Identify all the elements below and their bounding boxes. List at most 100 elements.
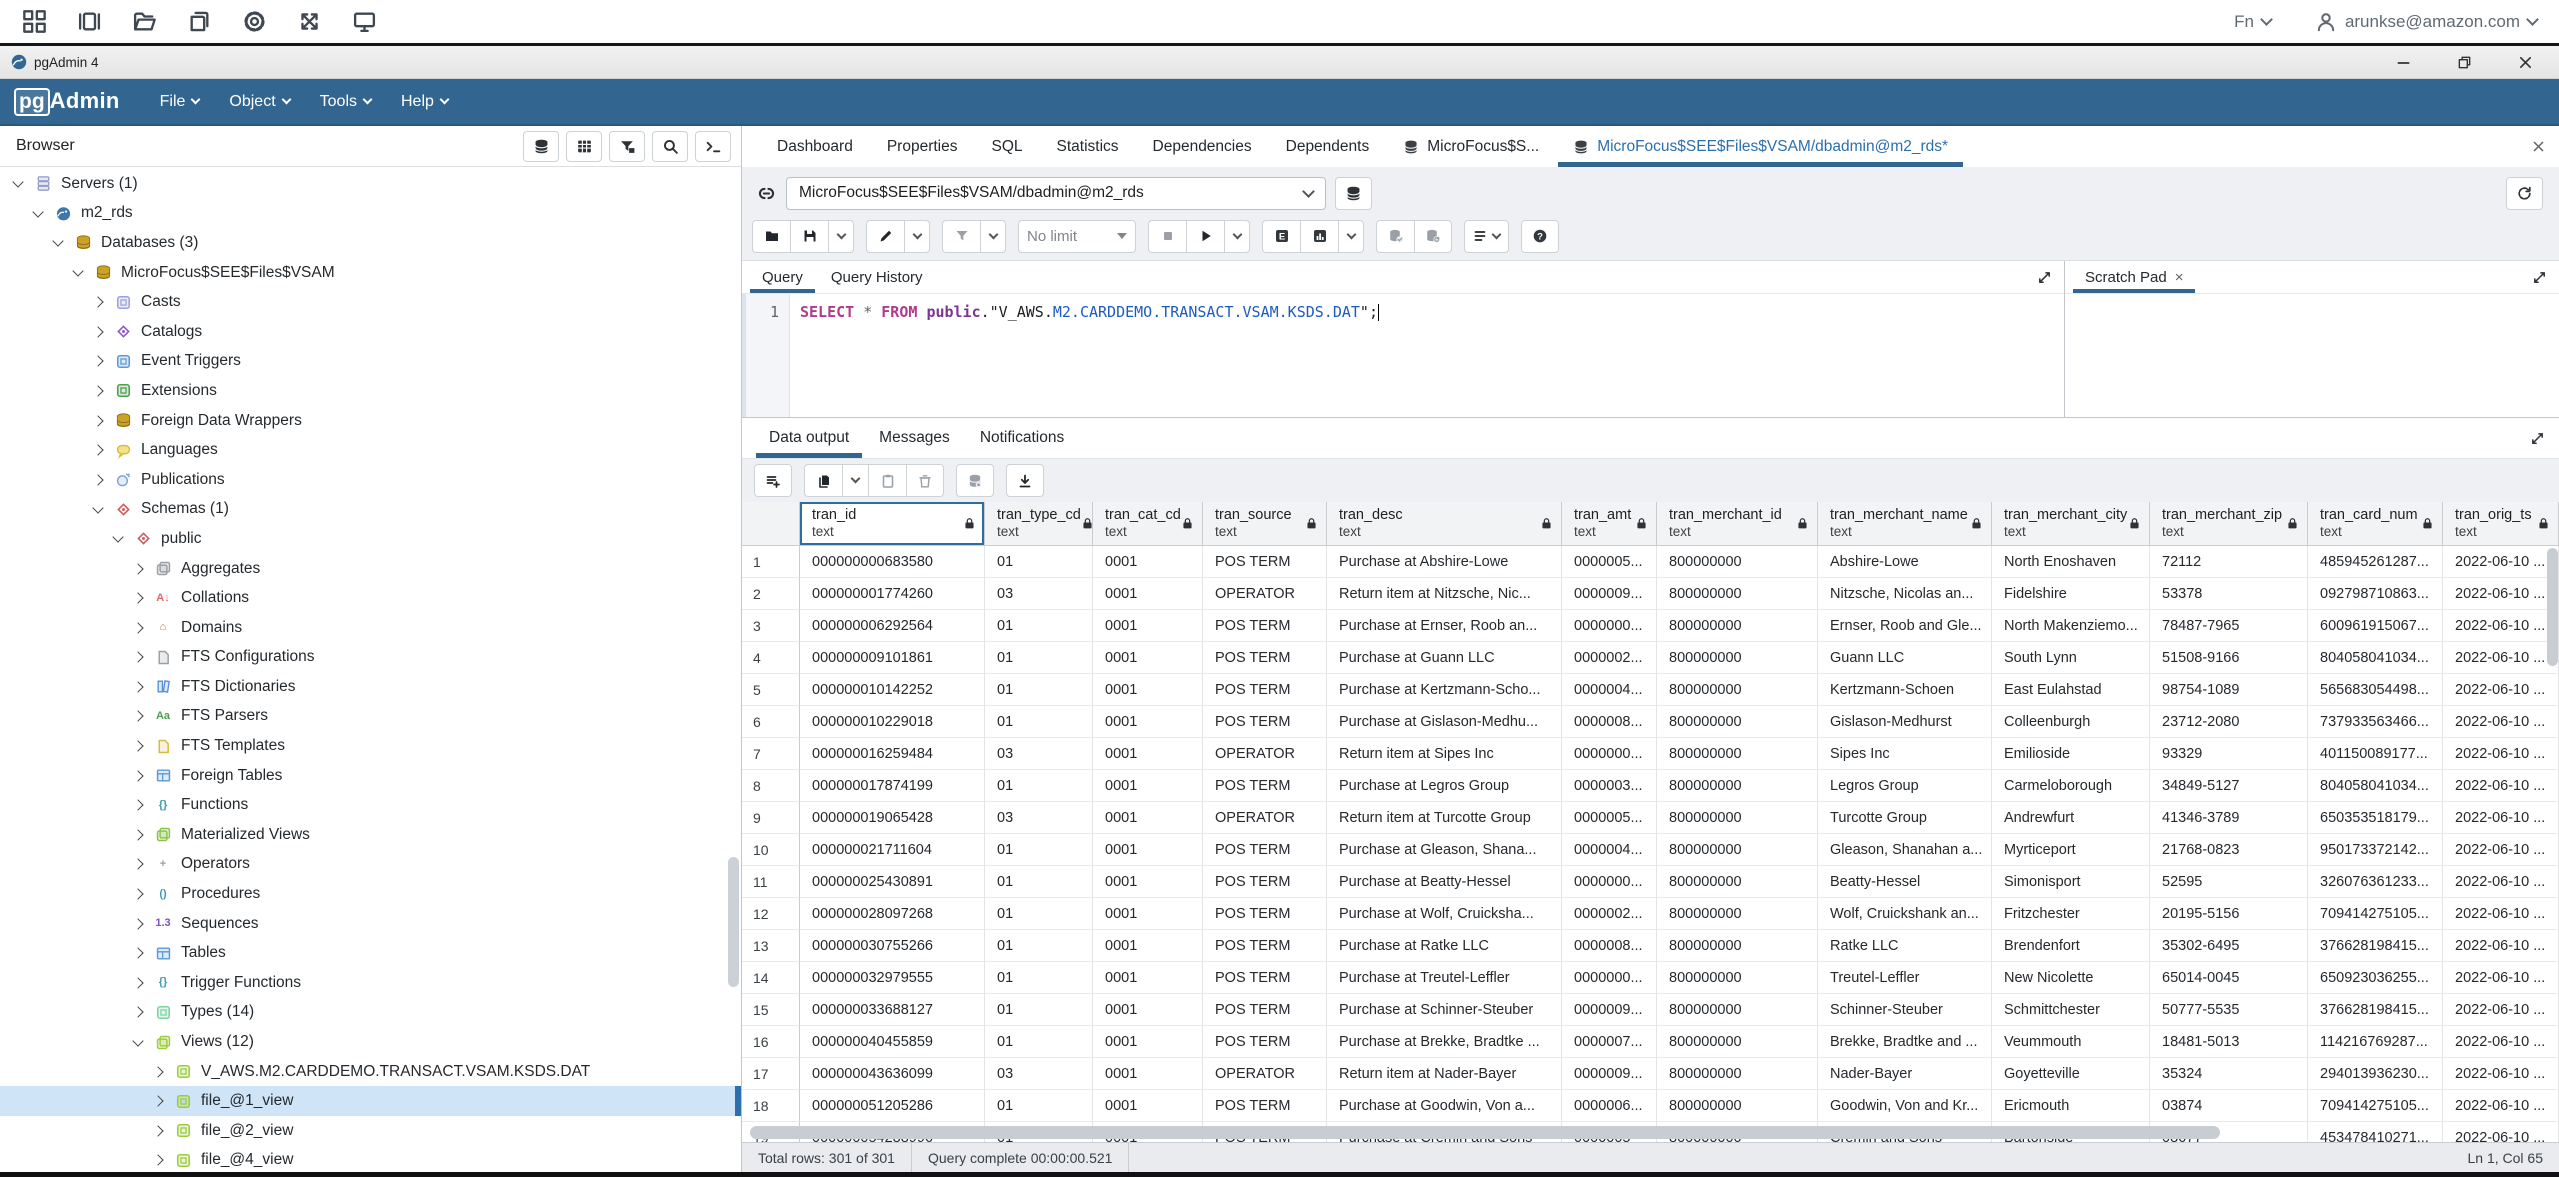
- grid-cell[interactable]: Purchase at Legros Group: [1327, 770, 1562, 802]
- chevron-right-icon[interactable]: [152, 1125, 163, 1136]
- grid-cell[interactable]: POS TERM: [1203, 930, 1327, 962]
- column-header-tran_merchant_name[interactable]: tran_merchant_nametext: [1818, 502, 1992, 545]
- copy-button[interactable]: [804, 464, 842, 497]
- grid-cell[interactable]: 01: [985, 994, 1093, 1026]
- grid-cell[interactable]: 800000000: [1657, 738, 1818, 770]
- grid-cell[interactable]: 800000000: [1657, 962, 1818, 994]
- row-number[interactable]: 2: [742, 578, 800, 610]
- grid-cell[interactable]: 0001: [1093, 1058, 1203, 1090]
- tree-item-file-4-view[interactable]: file_@4_view: [0, 1146, 741, 1172]
- query-tool-button[interactable]: [523, 131, 559, 162]
- grid-cell[interactable]: North Makenziemo...: [1992, 610, 2150, 642]
- grid-cell[interactable]: Fritzchester: [1992, 898, 2150, 930]
- grid-cell[interactable]: POS TERM: [1203, 1090, 1327, 1122]
- grid-cell[interactable]: 800000000: [1657, 994, 1818, 1026]
- new-connection-button[interactable]: [1335, 177, 1372, 210]
- grid-cell[interactable]: 2022-06-10 ...: [2443, 546, 2559, 578]
- explain-button[interactable]: E: [1262, 220, 1300, 253]
- grid-cell[interactable]: Guann LLC: [1818, 642, 1992, 674]
- tree-scrollbar-thumb[interactable]: [728, 857, 739, 987]
- explain-menu-button[interactable]: [1338, 220, 1364, 253]
- view-data-button[interactable]: [566, 131, 602, 162]
- tree-item-casts[interactable]: Casts: [0, 287, 741, 317]
- chevron-down-icon[interactable]: [92, 502, 103, 513]
- chevron-right-icon[interactable]: [92, 474, 103, 485]
- row-number[interactable]: 18: [742, 1090, 800, 1122]
- window-switch-icon[interactable]: [77, 9, 102, 34]
- grid-cell[interactable]: East Eulahstad: [1992, 674, 2150, 706]
- grid-cell[interactable]: Nitzsche, Nicolas an...: [1818, 578, 1992, 610]
- grid-cell[interactable]: 2022-06-10 ...: [2443, 610, 2559, 642]
- grid-cell[interactable]: 01: [985, 770, 1093, 802]
- tree-item-schemas-1[interactable]: Schemas (1): [0, 495, 741, 525]
- tab-sql[interactable]: SQL: [974, 126, 1039, 167]
- grid-cell[interactable]: Purchase at Schinner-Steuber: [1327, 994, 1562, 1026]
- grid-cell[interactable]: Andrewfurt: [1992, 802, 2150, 834]
- grid-cell[interactable]: 800000000: [1657, 802, 1818, 834]
- grid-cell[interactable]: Beatty-Hessel: [1818, 866, 1992, 898]
- grid-cell[interactable]: Brekke, Bradtke and ...: [1818, 1026, 1992, 1058]
- grid-cell[interactable]: 800000000: [1657, 610, 1818, 642]
- row-number[interactable]: 11: [742, 866, 800, 898]
- grid-cell[interactable]: 000000033688127: [800, 994, 985, 1026]
- grid-cell[interactable]: POS TERM: [1203, 1026, 1327, 1058]
- grid-cell[interactable]: 800000000: [1657, 866, 1818, 898]
- grid-cell[interactable]: 0001: [1093, 642, 1203, 674]
- sql-editor[interactable]: 1 SELECT * FROM public."V_AWS.M2.CARDDEM…: [742, 294, 2064, 417]
- tree-item-fts-templates[interactable]: FTS Templates: [0, 731, 741, 761]
- grid-cell[interactable]: 2022-06-10 ...: [2443, 930, 2559, 962]
- tree-item-materialized-views[interactable]: Materialized Views: [0, 820, 741, 850]
- column-header-tran_source[interactable]: tran_sourcetext: [1203, 502, 1327, 545]
- app-grid-icon[interactable]: [22, 9, 47, 34]
- psql-tool-button[interactable]: [695, 131, 731, 162]
- chevron-down-icon[interactable]: [112, 532, 123, 543]
- grid-cell[interactable]: 20195-5156: [2150, 898, 2308, 930]
- grid-cell[interactable]: 0001: [1093, 578, 1203, 610]
- grid-cell[interactable]: 01: [985, 898, 1093, 930]
- grid-cell[interactable]: 000000021711604: [800, 834, 985, 866]
- grid-cell[interactable]: POS TERM: [1203, 866, 1327, 898]
- explain-analyze-button[interactable]: [1300, 220, 1338, 253]
- chevron-right-icon[interactable]: [92, 326, 103, 337]
- grid-cell[interactable]: 01: [985, 834, 1093, 866]
- tab-data-output[interactable]: Data output: [754, 418, 864, 458]
- grid-cell[interactable]: 2022-06-10 ...: [2443, 770, 2559, 802]
- help-button[interactable]: ?: [1521, 220, 1559, 253]
- grid-cell[interactable]: Purchase at Goodwin, Von a...: [1327, 1090, 1562, 1122]
- grid-cell[interactable]: 376628198415...: [2308, 930, 2443, 962]
- chevron-right-icon[interactable]: [132, 948, 143, 959]
- column-header-tran_type_cd[interactable]: tran_type_cdtext: [985, 502, 1093, 545]
- grid-cell[interactable]: 0000002...: [1562, 898, 1657, 930]
- grid-cell[interactable]: 2022-06-10 ...: [2443, 706, 2559, 738]
- grid-horizontal-scrollbar[interactable]: [742, 1126, 2559, 1140]
- grid-cell[interactable]: 93329: [2150, 738, 2308, 770]
- grid-cell[interactable]: 000000006292564: [800, 610, 985, 642]
- save-data-changes-button[interactable]: [956, 464, 994, 497]
- user-menu[interactable]: arunkse@amazon.com: [2315, 11, 2537, 33]
- tree-item-domains[interactable]: ⌂Domains: [0, 613, 741, 643]
- grid-cell[interactable]: POS TERM: [1203, 706, 1327, 738]
- grid-cell[interactable]: Kertzmann-Schoen: [1818, 674, 1992, 706]
- row-number[interactable]: 5: [742, 674, 800, 706]
- grid-cell[interactable]: 2022-06-10 ...: [2443, 642, 2559, 674]
- chevron-right-icon[interactable]: [132, 888, 143, 899]
- chevron-right-icon[interactable]: [132, 681, 143, 692]
- chevron-right-icon[interactable]: [92, 297, 103, 308]
- grid-cell[interactable]: POS TERM: [1203, 898, 1327, 930]
- grid-cell[interactable]: 650923036255...: [2308, 962, 2443, 994]
- edit-button[interactable]: [866, 220, 904, 253]
- grid-cell[interactable]: Ericmouth: [1992, 1090, 2150, 1122]
- tree-item-operators[interactable]: +Operators: [0, 850, 741, 880]
- grid-cell[interactable]: 35302-6495: [2150, 930, 2308, 962]
- tree-item-servers-1[interactable]: Servers (1): [0, 169, 741, 199]
- grid-cell[interactable]: 65014-0045: [2150, 962, 2308, 994]
- close-tab-icon[interactable]: [2532, 140, 2545, 153]
- grid-cell[interactable]: 72112: [2150, 546, 2308, 578]
- tree-item-types-14[interactable]: Types (14): [0, 998, 741, 1028]
- chevron-right-icon[interactable]: [132, 800, 143, 811]
- grid-cell[interactable]: 78487-7965: [2150, 610, 2308, 642]
- grid-cell[interactable]: Ratke LLC: [1818, 930, 1992, 962]
- grid-cell[interactable]: 03: [985, 578, 1093, 610]
- grid-cell[interactable]: North Enoshaven: [1992, 546, 2150, 578]
- grid-cell[interactable]: POS TERM: [1203, 642, 1327, 674]
